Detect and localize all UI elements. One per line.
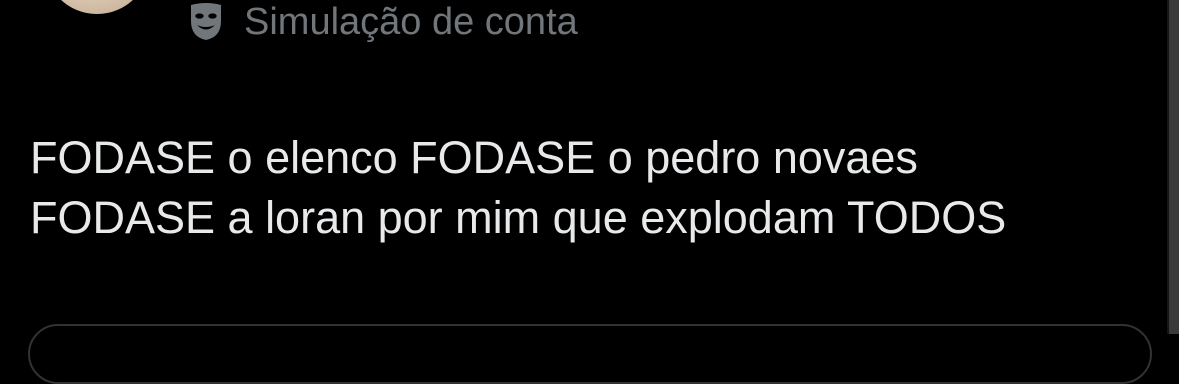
scrollbar[interactable] [1169, 0, 1179, 334]
quoted-post-card[interactable] [28, 324, 1152, 384]
theater-mask-icon [191, 3, 221, 40]
avatar[interactable] [44, 0, 150, 14]
account-label: Simulação de conta [188, 0, 578, 44]
post-text: FODASE o elenco FODASE o pedro novaes FO… [30, 132, 1007, 243]
account-label-text: Simulação de conta [244, 1, 578, 43]
